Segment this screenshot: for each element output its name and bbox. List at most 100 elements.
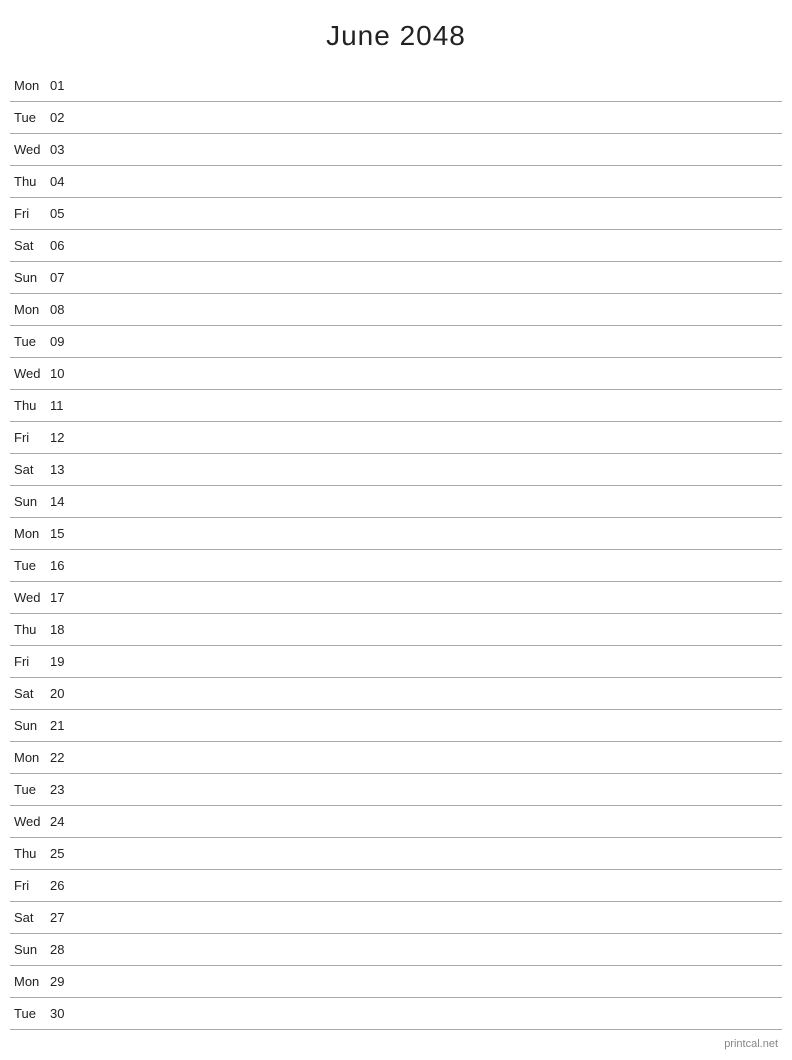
day-name: Thu bbox=[10, 174, 50, 189]
day-name: Mon bbox=[10, 526, 50, 541]
day-number: 22 bbox=[50, 750, 80, 765]
day-row: Sun21 bbox=[10, 710, 782, 742]
day-line bbox=[80, 277, 782, 278]
day-number: 07 bbox=[50, 270, 80, 285]
day-name: Fri bbox=[10, 430, 50, 445]
day-number: 16 bbox=[50, 558, 80, 573]
day-name: Sat bbox=[10, 238, 50, 253]
day-name: Mon bbox=[10, 302, 50, 317]
day-number: 29 bbox=[50, 974, 80, 989]
day-name: Tue bbox=[10, 782, 50, 797]
day-row: Sat20 bbox=[10, 678, 782, 710]
day-name: Wed bbox=[10, 590, 50, 605]
day-number: 20 bbox=[50, 686, 80, 701]
page-title: June 2048 bbox=[10, 20, 782, 52]
day-number: 02 bbox=[50, 110, 80, 125]
day-number: 15 bbox=[50, 526, 80, 541]
day-line bbox=[80, 661, 782, 662]
day-row: Tue30 bbox=[10, 998, 782, 1030]
day-row: Wed24 bbox=[10, 806, 782, 838]
calendar-rows: Mon01Tue02Wed03Thu04Fri05Sat06Sun07Mon08… bbox=[10, 70, 782, 1030]
day-name: Sat bbox=[10, 910, 50, 925]
day-row: Sun28 bbox=[10, 934, 782, 966]
day-row: Thu11 bbox=[10, 390, 782, 422]
day-line bbox=[80, 1013, 782, 1014]
day-number: 13 bbox=[50, 462, 80, 477]
day-name: Fri bbox=[10, 206, 50, 221]
day-line bbox=[80, 533, 782, 534]
day-number: 24 bbox=[50, 814, 80, 829]
day-number: 14 bbox=[50, 494, 80, 509]
day-name: Fri bbox=[10, 654, 50, 669]
day-name: Wed bbox=[10, 814, 50, 829]
day-row: Sun07 bbox=[10, 262, 782, 294]
day-number: 27 bbox=[50, 910, 80, 925]
day-number: 18 bbox=[50, 622, 80, 637]
day-number: 01 bbox=[50, 78, 80, 93]
day-row: Fri26 bbox=[10, 870, 782, 902]
day-line bbox=[80, 597, 782, 598]
day-number: 26 bbox=[50, 878, 80, 893]
day-row: Sun14 bbox=[10, 486, 782, 518]
day-name: Sat bbox=[10, 686, 50, 701]
day-name: Thu bbox=[10, 846, 50, 861]
day-row: Fri05 bbox=[10, 198, 782, 230]
day-row: Sat13 bbox=[10, 454, 782, 486]
day-row: Thu18 bbox=[10, 614, 782, 646]
day-name: Mon bbox=[10, 750, 50, 765]
day-name: Thu bbox=[10, 398, 50, 413]
day-row: Wed17 bbox=[10, 582, 782, 614]
day-row: Sat06 bbox=[10, 230, 782, 262]
day-number: 12 bbox=[50, 430, 80, 445]
day-line bbox=[80, 885, 782, 886]
calendar-page: June 2048 Mon01Tue02Wed03Thu04Fri05Sat06… bbox=[0, 0, 792, 1060]
day-number: 03 bbox=[50, 142, 80, 157]
day-line bbox=[80, 181, 782, 182]
day-line bbox=[80, 149, 782, 150]
day-name: Tue bbox=[10, 558, 50, 573]
day-name: Tue bbox=[10, 110, 50, 125]
day-line bbox=[80, 821, 782, 822]
day-name: Thu bbox=[10, 622, 50, 637]
day-line bbox=[80, 373, 782, 374]
day-number: 05 bbox=[50, 206, 80, 221]
day-row: Fri12 bbox=[10, 422, 782, 454]
day-number: 28 bbox=[50, 942, 80, 957]
day-line bbox=[80, 629, 782, 630]
day-line bbox=[80, 85, 782, 86]
day-line bbox=[80, 213, 782, 214]
day-number: 06 bbox=[50, 238, 80, 253]
day-row: Tue23 bbox=[10, 774, 782, 806]
day-line bbox=[80, 437, 782, 438]
day-row: Thu04 bbox=[10, 166, 782, 198]
day-name: Wed bbox=[10, 142, 50, 157]
day-row: Mon15 bbox=[10, 518, 782, 550]
day-name: Sun bbox=[10, 494, 50, 509]
day-name: Wed bbox=[10, 366, 50, 381]
day-name: Fri bbox=[10, 878, 50, 893]
day-line bbox=[80, 341, 782, 342]
day-number: 30 bbox=[50, 1006, 80, 1021]
day-line bbox=[80, 789, 782, 790]
day-line bbox=[80, 693, 782, 694]
day-line bbox=[80, 725, 782, 726]
day-name: Mon bbox=[10, 78, 50, 93]
day-line bbox=[80, 981, 782, 982]
day-number: 21 bbox=[50, 718, 80, 733]
day-number: 23 bbox=[50, 782, 80, 797]
day-line bbox=[80, 757, 782, 758]
day-line bbox=[80, 565, 782, 566]
day-row: Thu25 bbox=[10, 838, 782, 870]
day-row: Mon08 bbox=[10, 294, 782, 326]
day-row: Tue09 bbox=[10, 326, 782, 358]
day-number: 10 bbox=[50, 366, 80, 381]
day-name: Sun bbox=[10, 942, 50, 957]
day-name: Sun bbox=[10, 718, 50, 733]
day-row: Mon22 bbox=[10, 742, 782, 774]
day-number: 04 bbox=[50, 174, 80, 189]
day-name: Mon bbox=[10, 974, 50, 989]
day-line bbox=[80, 309, 782, 310]
day-name: Tue bbox=[10, 1006, 50, 1021]
day-line bbox=[80, 405, 782, 406]
day-row: Wed10 bbox=[10, 358, 782, 390]
